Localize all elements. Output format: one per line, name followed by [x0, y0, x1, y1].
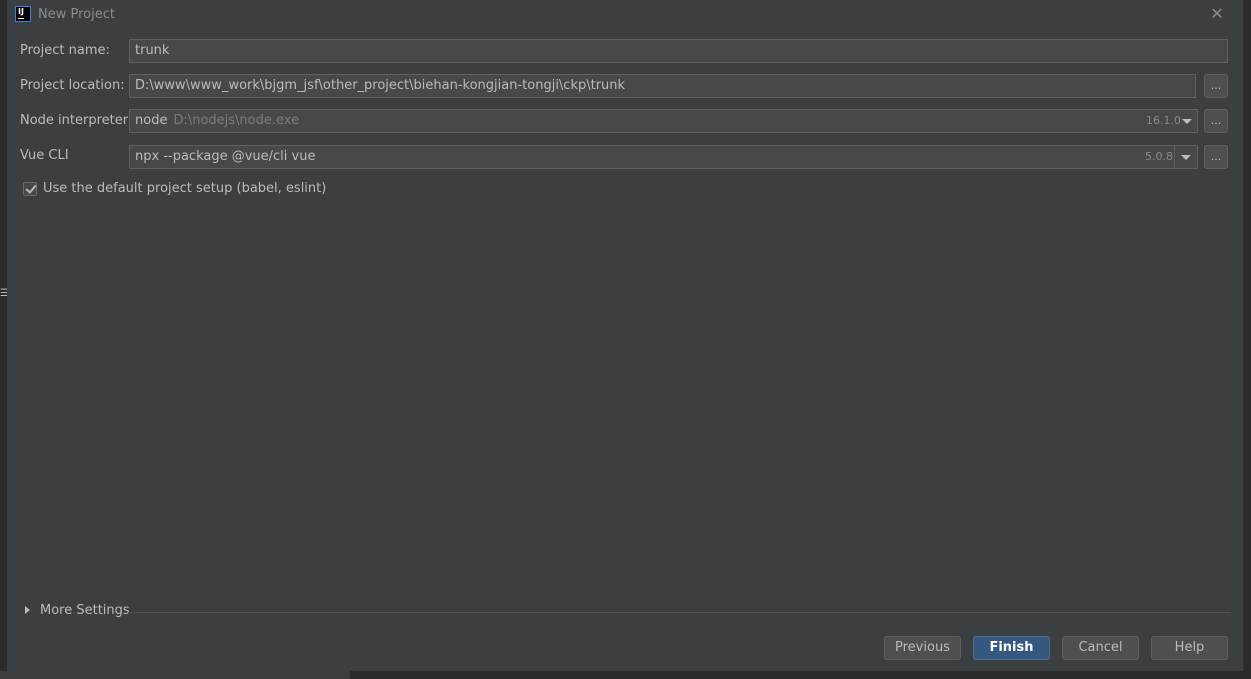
node-interpreter-name: node [135, 113, 168, 128]
default-setup-label[interactable]: Use the default project setup (babel, es… [43, 181, 326, 196]
structure-icon[interactable]: ☰ [0, 288, 7, 300]
vue-cli-browse-button[interactable]: ... [1204, 145, 1228, 169]
project-location-input[interactable] [135, 75, 1195, 97]
vue-cli-value: npx --package @vue/cli vue [135, 149, 316, 164]
new-project-dialog: IJ New Project ✕ Project name: Project l… [7, 0, 1244, 671]
chevron-down-icon[interactable] [1181, 155, 1191, 160]
help-button[interactable]: Help [1151, 636, 1228, 660]
finish-button[interactable]: Finish [973, 636, 1050, 660]
project-location-browse-button[interactable]: ... [1204, 74, 1228, 98]
chevron-right-icon[interactable] [25, 606, 30, 614]
project-location-label: Project location: [20, 78, 125, 93]
node-interpreter-version: 16.1.0 [1146, 114, 1181, 127]
node-interpreter-value: node D:\nodejs\node.exe [135, 110, 299, 132]
node-interpreter-path: D:\nodejs\node.exe [173, 113, 300, 128]
intellij-app-icon: IJ [15, 6, 31, 22]
node-interpreter-combo[interactable]: node D:\nodejs\node.exe 16.1.0 [129, 109, 1198, 133]
previous-button[interactable]: Previous [884, 636, 961, 660]
project-name-label: Project name: [20, 43, 110, 58]
vue-cli-combo[interactable]: npx --package @vue/cli vue 5.0.8 [129, 145, 1198, 169]
close-icon[interactable]: ✕ [1209, 6, 1225, 22]
more-settings-label[interactable]: More Settings [40, 603, 130, 618]
chevron-down-icon[interactable] [1182, 119, 1192, 124]
node-interpreter-label: Node interpreter: [20, 113, 133, 128]
project-name-input[interactable] [135, 40, 1227, 62]
node-interpreter-browse-button[interactable]: ... [1204, 109, 1228, 133]
project-location-field[interactable] [129, 74, 1196, 98]
vue-cli-version: 5.0.8 [1145, 150, 1173, 163]
cancel-button[interactable]: Cancel [1062, 636, 1139, 660]
combo-divider [1174, 146, 1175, 168]
background-window-edge [0, 671, 350, 679]
vue-cli-label: Vue CLI [20, 148, 69, 163]
title-bar: IJ New Project ✕ [7, 0, 1243, 30]
more-settings-divider [128, 612, 1231, 613]
window-title: New Project [38, 7, 115, 22]
project-name-field[interactable] [129, 39, 1228, 63]
default-setup-checkbox[interactable] [23, 182, 37, 196]
